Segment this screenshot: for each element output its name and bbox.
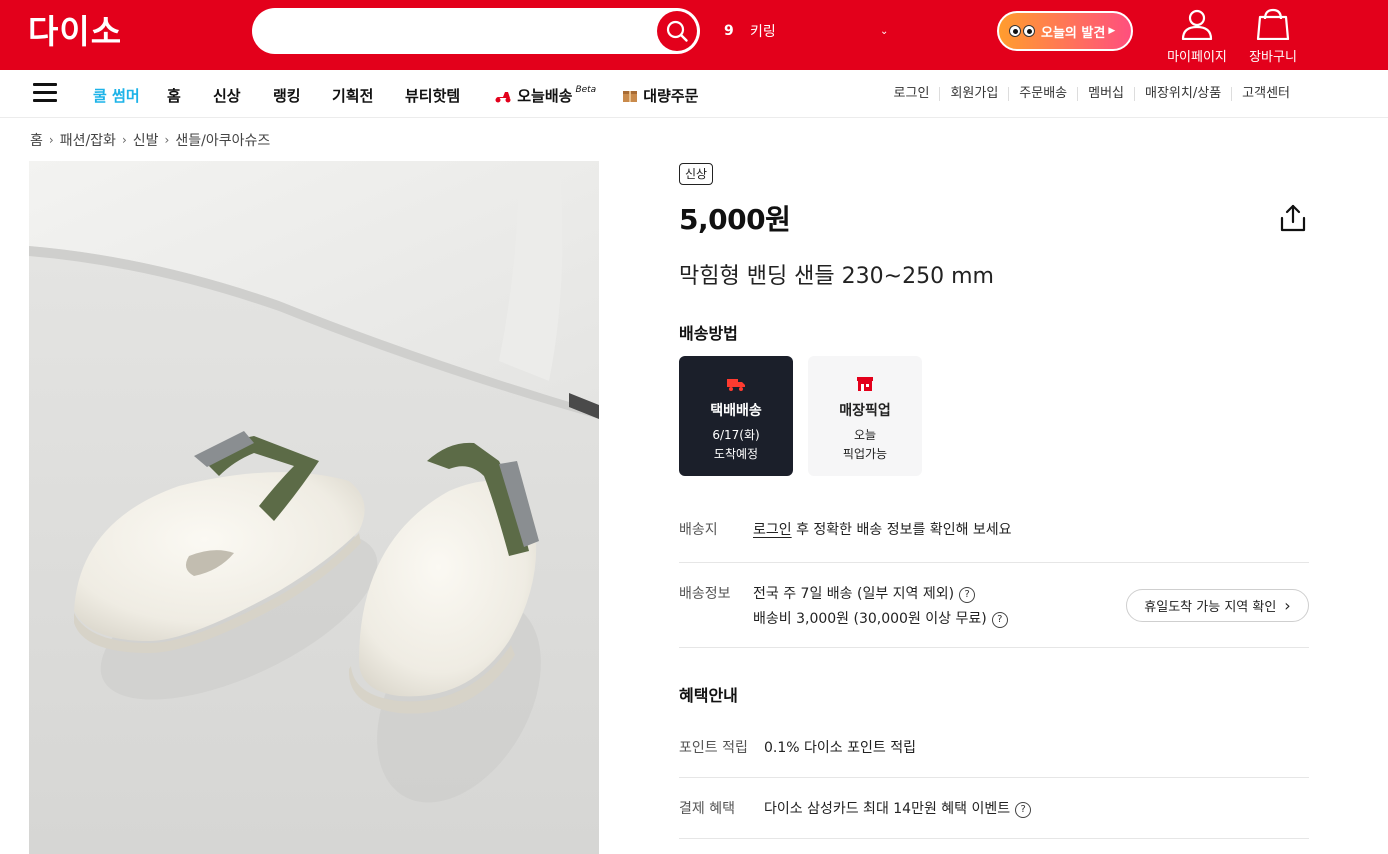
share-icon xyxy=(1280,204,1306,232)
breadcrumb-sandals[interactable]: 샌들/아쿠아슈즈 xyxy=(175,130,270,150)
new-badge: 신상 xyxy=(679,163,714,185)
chevron-right-icon: › xyxy=(121,133,127,147)
parcel-delivery-title: 택배배송 xyxy=(710,403,762,419)
customer-center-link[interactable]: 고객센터 xyxy=(1231,87,1300,101)
discover-label: 오늘의 발견 xyxy=(1041,25,1106,41)
divider xyxy=(679,777,1309,778)
benefits-title: 혜택안내 xyxy=(679,686,738,705)
point-text: 0.1% 다이소 포인트 적립 xyxy=(764,740,916,756)
trending-keyword[interactable]: 9 키링 ⌄ xyxy=(724,22,888,40)
destination-message: 후 정확한 배송 정보를 확인해 보세요 xyxy=(791,522,1012,538)
user-icon xyxy=(1181,9,1213,40)
chevron-down-icon[interactable]: ⌄ xyxy=(880,26,888,37)
parcel-delivery-option[interactable]: 택배배송 6/17(화) 도착예정 xyxy=(679,356,793,476)
top-header: 다이소 9 키링 ⌄ 오늘의 발견 ▶ 마이페이지 장바구니 xyxy=(0,0,1388,70)
cart-button[interactable]: 장바구니 xyxy=(1238,8,1308,65)
order-delivery-link[interactable]: 주문배송 xyxy=(1008,87,1077,101)
today-discover-button[interactable]: 오늘의 발견 ▶ xyxy=(997,11,1133,51)
main-nav: 쿨 썸머 홈 신상 랭킹 기획전 뷰티핫템 오늘배송 Beta 대량주문 로그인 … xyxy=(0,70,1388,118)
beta-label: Beta xyxy=(575,85,597,95)
help-icon[interactable]: ? xyxy=(1015,802,1032,818)
holiday-delivery-label: 휴일도착 가능 지역 확인 xyxy=(1144,600,1277,615)
holiday-delivery-button[interactable]: 휴일도착 가능 지역 확인 › xyxy=(1126,589,1309,622)
store-icon xyxy=(857,377,873,391)
shipping-info-text2: 배송비 3,000원 (30,000원 이상 무료) xyxy=(753,611,987,627)
product-price: 5,000원 xyxy=(679,203,791,236)
destination-label: 배송지 xyxy=(679,522,718,538)
membership-link[interactable]: 멤버십 xyxy=(1077,87,1134,101)
store-pickup-day: 오늘 xyxy=(853,428,877,442)
breadcrumb: 홈 › 패션/잡화 › 신발 › 샌들/아쿠아슈즈 xyxy=(30,130,270,150)
store-pickup-status: 픽업가능 xyxy=(842,447,888,461)
truck-icon xyxy=(727,379,745,391)
store-pickup-option[interactable]: 매장픽업 오늘픽업가능 xyxy=(808,356,922,476)
search-bar[interactable] xyxy=(252,8,700,54)
nav-item-home[interactable]: 홈 xyxy=(167,85,181,106)
nav-item-bulk-order[interactable]: 대량주문 xyxy=(622,85,698,106)
parcel-delivery-date: 6/17(화) xyxy=(712,428,760,442)
search-icon xyxy=(666,20,688,42)
payment-benefit-label: 결제 혜택 xyxy=(679,801,735,817)
trending-word: 키링 xyxy=(750,24,776,40)
nav-item-today-delivery[interactable]: 오늘배송 Beta xyxy=(494,85,596,106)
login-link[interactable]: 로그인 xyxy=(884,87,940,101)
shipping-info-label: 배송정보 xyxy=(679,586,731,602)
today-delivery-label: 오늘배송 xyxy=(517,87,573,105)
destination-text: 로그인 후 정확한 배송 정보를 확인해 보세요 xyxy=(753,519,1012,539)
point-label: 포인트 적립 xyxy=(679,740,748,756)
menu-icon[interactable] xyxy=(33,83,57,103)
nav-item-ranking[interactable]: 랭킹 xyxy=(273,85,301,106)
nav-item-beauty[interactable]: 뷰티핫템 xyxy=(405,85,460,106)
mypage-label: 마이페이지 xyxy=(1167,50,1227,65)
help-icon[interactable]: ? xyxy=(959,587,976,603)
login-link-inline[interactable]: 로그인 xyxy=(753,522,792,538)
share-button[interactable] xyxy=(1278,203,1308,233)
store-location-link[interactable]: 매장위치/상품 xyxy=(1134,87,1231,101)
utility-links: 로그인 회원가입 주문배송 멤버십 매장위치/상품 고객센터 xyxy=(884,87,1300,101)
divider xyxy=(679,647,1309,648)
breadcrumb-fashion[interactable]: 패션/잡화 xyxy=(60,130,116,150)
parcel-delivery-status: 도착예정 xyxy=(713,447,759,461)
signup-link[interactable]: 회원가입 xyxy=(939,87,1008,101)
chevron-right-icon: › xyxy=(48,133,54,147)
payment-benefit-text: 다이소 삼성카드 최대 14만원 혜택 이벤트 xyxy=(764,801,1011,817)
shipping-method-title: 배송방법 xyxy=(679,324,738,343)
product-name: 막힘형 밴딩 샌들 230~250 mm xyxy=(679,264,994,289)
divider xyxy=(679,562,1309,563)
divider xyxy=(679,838,1309,839)
eyes-icon xyxy=(1009,25,1035,37)
shipping-info-line1: 전국 주 7일 배송 (일부 지역 제외)? xyxy=(753,583,976,603)
cart-label: 장바구니 xyxy=(1249,50,1297,65)
chevron-right-icon: › xyxy=(1284,596,1291,615)
shipping-info-line2: 배송비 3,000원 (30,000원 이상 무료)? xyxy=(753,608,1008,628)
payment-benefit-line: 다이소 삼성카드 최대 14만원 혜택 이벤트? xyxy=(764,798,1032,818)
nav-item-new[interactable]: 신상 xyxy=(213,85,241,106)
sandal-photo xyxy=(29,161,599,854)
mypage-button[interactable]: 마이페이지 xyxy=(1162,8,1232,65)
shopping-bag-icon xyxy=(1256,8,1290,40)
chevron-right-icon: › xyxy=(164,133,170,147)
help-icon[interactable]: ? xyxy=(991,612,1008,628)
daiso-logo[interactable]: 다이소 xyxy=(28,14,164,50)
nav-item-special[interactable]: 기획전 xyxy=(332,85,373,106)
trending-rank: 9 xyxy=(724,23,734,39)
breadcrumb-home[interactable]: 홈 xyxy=(30,130,43,150)
box-icon xyxy=(623,91,637,102)
play-icon: ▶ xyxy=(1108,26,1116,36)
shipping-info-text1: 전국 주 7일 배송 (일부 지역 제외) xyxy=(753,586,955,602)
nav-item-cool-summer[interactable]: 쿨 썸머 xyxy=(93,85,140,106)
product-image[interactable] xyxy=(29,161,599,854)
breadcrumb-shoes[interactable]: 신발 xyxy=(133,130,159,150)
store-pickup-title: 매장픽업 xyxy=(839,403,891,419)
scooter-icon xyxy=(495,92,511,103)
bulk-order-label: 대량주문 xyxy=(643,87,699,105)
search-button[interactable] xyxy=(657,11,697,51)
